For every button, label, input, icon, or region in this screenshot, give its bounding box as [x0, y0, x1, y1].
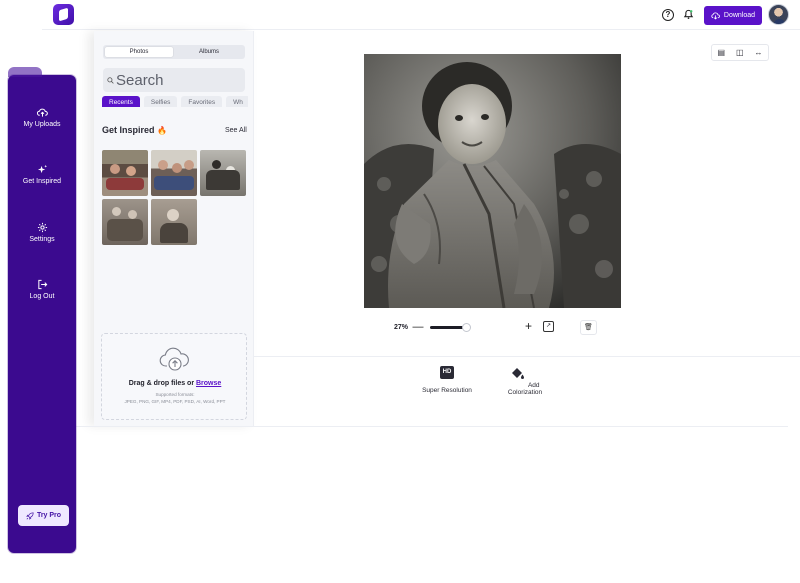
- search-icon: [107, 76, 114, 84]
- sidebar-item-get-inspired[interactable]: Get Inspired: [8, 164, 76, 185]
- gallery-panel: Photos Albums RecentsSelfiesFavoritesWh …: [94, 31, 254, 426]
- sidebar-item-label: My Uploads: [23, 121, 61, 128]
- search-bar: [103, 68, 245, 92]
- inspiration-thumbnail[interactable]: [151, 150, 197, 196]
- get-inspired-heading: Get Inspired 🔥: [102, 125, 167, 135]
- history-icon[interactable]: ◫: [736, 48, 744, 57]
- photos-albums-toggle: Photos Albums: [103, 45, 245, 59]
- app-logo[interactable]: [53, 4, 74, 25]
- add-colorization-tool[interactable]: Add Colorization: [498, 366, 552, 396]
- canvas-tools: ▤ ◫ ↔: [711, 44, 769, 61]
- notification-bell-icon[interactable]: [682, 9, 694, 21]
- cloud-upload-icon: [36, 108, 48, 117]
- divider: [76, 426, 788, 427]
- divider: [254, 356, 800, 357]
- search-input[interactable]: [116, 71, 236, 89]
- super-resolution-tool[interactable]: HD Super Resolution: [418, 366, 476, 394]
- zoom-slider-handle[interactable]: [462, 322, 471, 332]
- tab-photos[interactable]: Photos: [105, 47, 173, 57]
- zoom-slider[interactable]: [430, 322, 471, 332]
- inspiration-thumbnail[interactable]: [102, 199, 148, 245]
- formats-list: JPEG, PNG, GIF, MP4, PDF, PSD, AI, Word,…: [124, 398, 226, 404]
- help-icon[interactable]: ?: [662, 9, 674, 21]
- vintage-portrait-image: [364, 54, 621, 308]
- chip-selfies[interactable]: Selfies: [143, 96, 178, 107]
- tab-albums[interactable]: Albums: [175, 47, 243, 57]
- app-stage: { "topbar": { "help_icon": "?", "downloa…: [0, 0, 800, 583]
- fit-to-screen-icon[interactable]: ↗: [543, 321, 554, 332]
- upload-dropzone[interactable]: Drag & drop files or Browse Supported fo…: [101, 333, 247, 420]
- gear-icon: [37, 222, 47, 233]
- sidebar-item-my-uploads[interactable]: My Uploads: [8, 107, 76, 128]
- browse-link[interactable]: Browse: [196, 380, 221, 387]
- sidebar-item-label: Log Out: [29, 293, 55, 300]
- sidebar-item-log-out[interactable]: Log Out: [8, 279, 76, 300]
- rocket-icon: [26, 511, 34, 520]
- sidebar-item-settings[interactable]: Settings: [8, 222, 76, 243]
- inspiration-thumbnail[interactable]: [102, 150, 148, 196]
- see-all-link[interactable]: See All: [225, 127, 247, 134]
- chip-favorites[interactable]: Favorites: [181, 96, 223, 107]
- add-colorization-label: Add Colorization: [507, 382, 543, 396]
- dropzone-prompt: Drag & drop files or: [128, 380, 196, 387]
- zoom-in-button[interactable]: +: [525, 320, 532, 332]
- super-resolution-label: Super Resolution: [422, 387, 472, 394]
- inspiration-thumbnail[interactable]: [151, 199, 197, 245]
- zoom-controls: 27% —: [394, 319, 471, 335]
- inspiration-thumbnail[interactable]: [200, 150, 246, 196]
- split-view-icon[interactable]: ↔: [755, 48, 763, 57]
- delete-icon[interactable]: 🗑: [580, 320, 597, 335]
- top-bar: ? Download: [42, 0, 800, 30]
- cloud-upload-icon: [159, 347, 189, 371]
- user-avatar[interactable]: [768, 4, 789, 25]
- zoom-level: 27%: [394, 323, 409, 331]
- supported-formats: Supported formats: JPEG, PNG, GIF, MP4, …: [102, 392, 248, 405]
- filter-chips: Recents Selfies Favorites Wh: [102, 91, 248, 107]
- zoom-out-button[interactable]: —: [410, 321, 426, 333]
- chip-truncated[interactable]: Wh: [226, 96, 248, 107]
- sidebar-item-label: Get Inspired: [22, 178, 62, 185]
- get-inspired-title: Get Inspired: [102, 125, 155, 135]
- main-canvas-image[interactable]: [364, 54, 621, 308]
- try-pro-label: Try Pro: [36, 512, 62, 519]
- sparkle-icon: [37, 164, 47, 174]
- cloud-download-icon: [711, 12, 720, 20]
- compare-icon[interactable]: ▤: [717, 48, 725, 57]
- download-button-label: Download: [723, 12, 756, 19]
- sidebar-item-label: Settings: [29, 236, 55, 243]
- hd-icon: HD: [440, 366, 454, 379]
- download-button[interactable]: Download: [704, 6, 762, 25]
- fire-icon: 🔥: [157, 126, 167, 135]
- dropzone-title: Drag & drop files or Browse: [102, 380, 248, 387]
- try-pro-button[interactable]: Try Pro: [18, 505, 69, 526]
- logout-icon: [37, 279, 47, 290]
- chip-recents[interactable]: Recents: [102, 96, 140, 107]
- main-sidebar: My Uploads Get Inspired Settings Log Out…: [8, 67, 76, 553]
- paint-bucket-icon: [512, 368, 525, 379]
